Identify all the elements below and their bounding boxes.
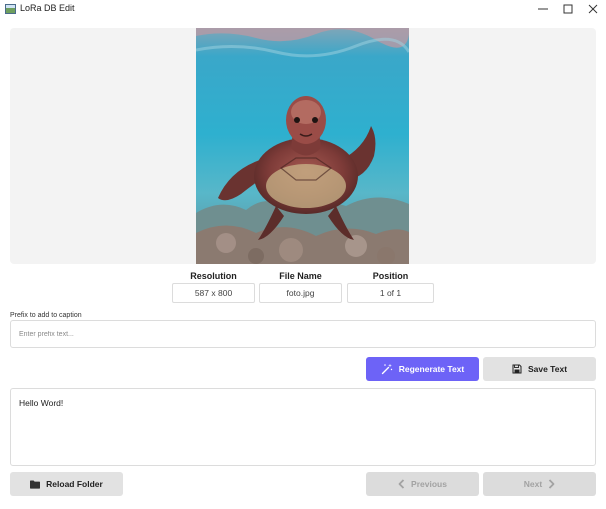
reload-folder-button[interactable]: Reload Folder [10, 472, 123, 496]
previous-label: Previous [411, 479, 447, 489]
next-button[interactable]: Next [483, 472, 596, 496]
reload-folder-label: Reload Folder [46, 479, 103, 489]
position-label: Position [372, 271, 409, 281]
save-text-button[interactable]: Save Text [483, 357, 596, 381]
save-text-label: Save Text [527, 364, 568, 374]
folder-icon [30, 480, 41, 489]
file-name-label: File Name [279, 271, 322, 281]
caption-textarea[interactable]: Hello Word! [10, 388, 596, 466]
window-title: LoRa DB Edit [20, 3, 75, 13]
regenerate-text-button[interactable]: Regenerate Text [366, 357, 479, 381]
chevron-left-icon [398, 479, 405, 489]
regenerate-text-label: Regenerate Text [398, 364, 465, 374]
close-button[interactable] [578, 0, 606, 18]
previous-button[interactable]: Previous [366, 472, 479, 496]
resolution-label: Resolution [190, 271, 237, 281]
prefix-input[interactable] [10, 320, 596, 348]
title-bar: LoRa DB Edit [0, 0, 606, 20]
file-name-value: foto.jpg [259, 283, 342, 303]
resolution-value: 587 x 800 [172, 283, 255, 303]
floppy-disk-icon [512, 364, 522, 374]
sea-turtle-photo [196, 28, 409, 264]
maximize-icon [563, 4, 573, 14]
magic-wand-icon [381, 363, 392, 375]
close-icon [588, 4, 598, 14]
minimize-icon [538, 8, 548, 10]
position-value: 1 of 1 [347, 283, 434, 303]
chevron-right-icon [549, 479, 555, 489]
next-label: Next [523, 479, 543, 489]
app-icon [5, 4, 16, 14]
prefix-label: Prefix to add to caption [10, 312, 82, 319]
